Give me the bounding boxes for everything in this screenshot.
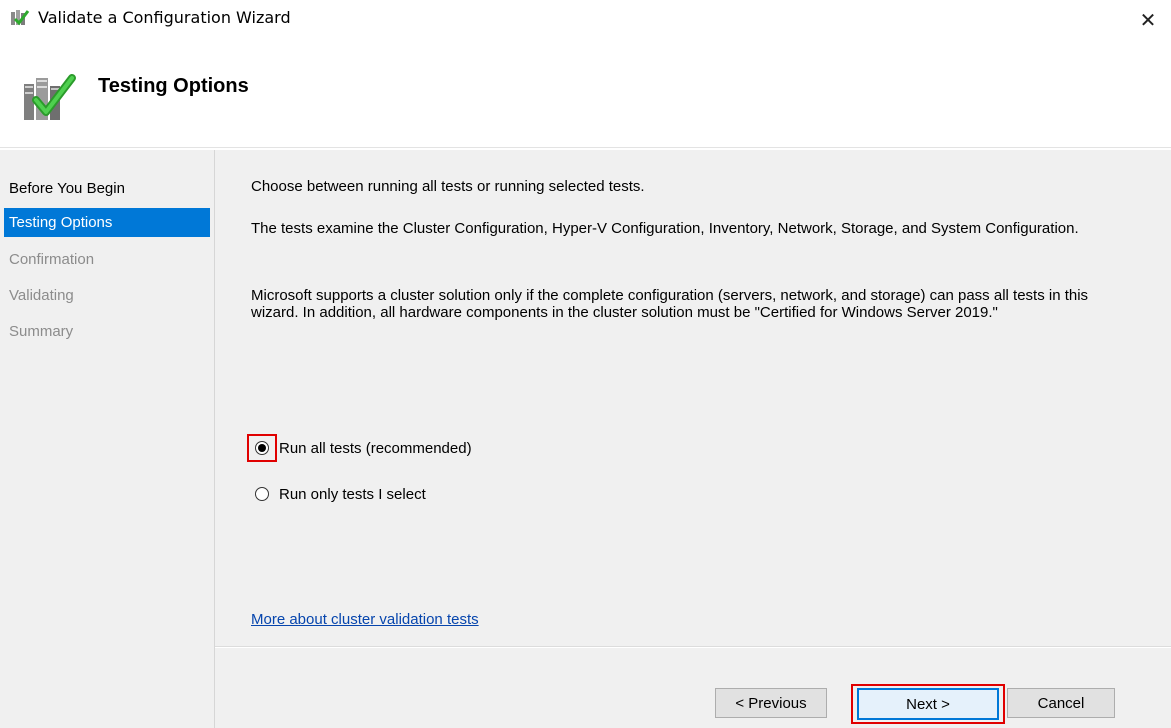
radio-highlight-box [247,434,277,462]
radio-box [247,480,277,508]
radio-button-unselected[interactable] [255,487,269,501]
radio-dot [258,444,266,452]
next-button[interactable]: Next > [857,688,999,720]
wizard-content: Choose between running all tests or runn… [215,150,1171,728]
radio-run-selected-tests[interactable]: Run only tests I select [247,480,426,508]
cluster-validate-icon [11,10,30,26]
sidebar-item-before-you-begin: Before You Begin [9,180,125,197]
page-title: Testing Options [98,75,249,97]
testing-options-check-icon [24,74,76,120]
sidebar-item-confirmation: Confirmation [9,251,95,268]
title-bar: Validate a Configuration Wizard ✕ [0,0,1171,40]
radio-button-selected[interactable] [255,441,269,455]
radio-run-all-tests[interactable]: Run all tests (recommended) [247,434,472,462]
close-button[interactable]: ✕ [1125,0,1171,40]
cluster-validation-help-link[interactable]: More about cluster validation tests [251,611,479,628]
window-title: Validate a Configuration Wizard [38,8,291,27]
previous-button[interactable]: < Previous [715,688,827,718]
wizard-steps-sidebar: Before You Begin Testing Options Confirm… [0,150,215,728]
next-button-highlight: Next > [851,684,1005,724]
wizard-header: Testing Options [0,40,1171,148]
wizard-window: Validate a Configuration Wizard ✕ Testin… [0,0,1171,728]
sidebar-item-testing-options: Testing Options [4,208,210,237]
intro-text: Choose between running all tests or runn… [251,178,645,195]
radio-label-run-selected: Run only tests I select [279,485,426,503]
header-divider [0,147,1171,148]
radio-label-run-all: Run all tests (recommended) [279,439,472,457]
cancel-button[interactable]: Cancel [1007,688,1115,718]
sidebar-item-summary: Summary [9,323,74,340]
tests-description: The tests examine the Cluster Configurat… [251,220,1079,237]
support-note: Microsoft supports a cluster solution on… [251,287,1089,321]
sidebar-item-validating: Validating [9,287,74,304]
footer-divider-highlight [215,647,1171,648]
close-icon: ✕ [1139,8,1157,32]
